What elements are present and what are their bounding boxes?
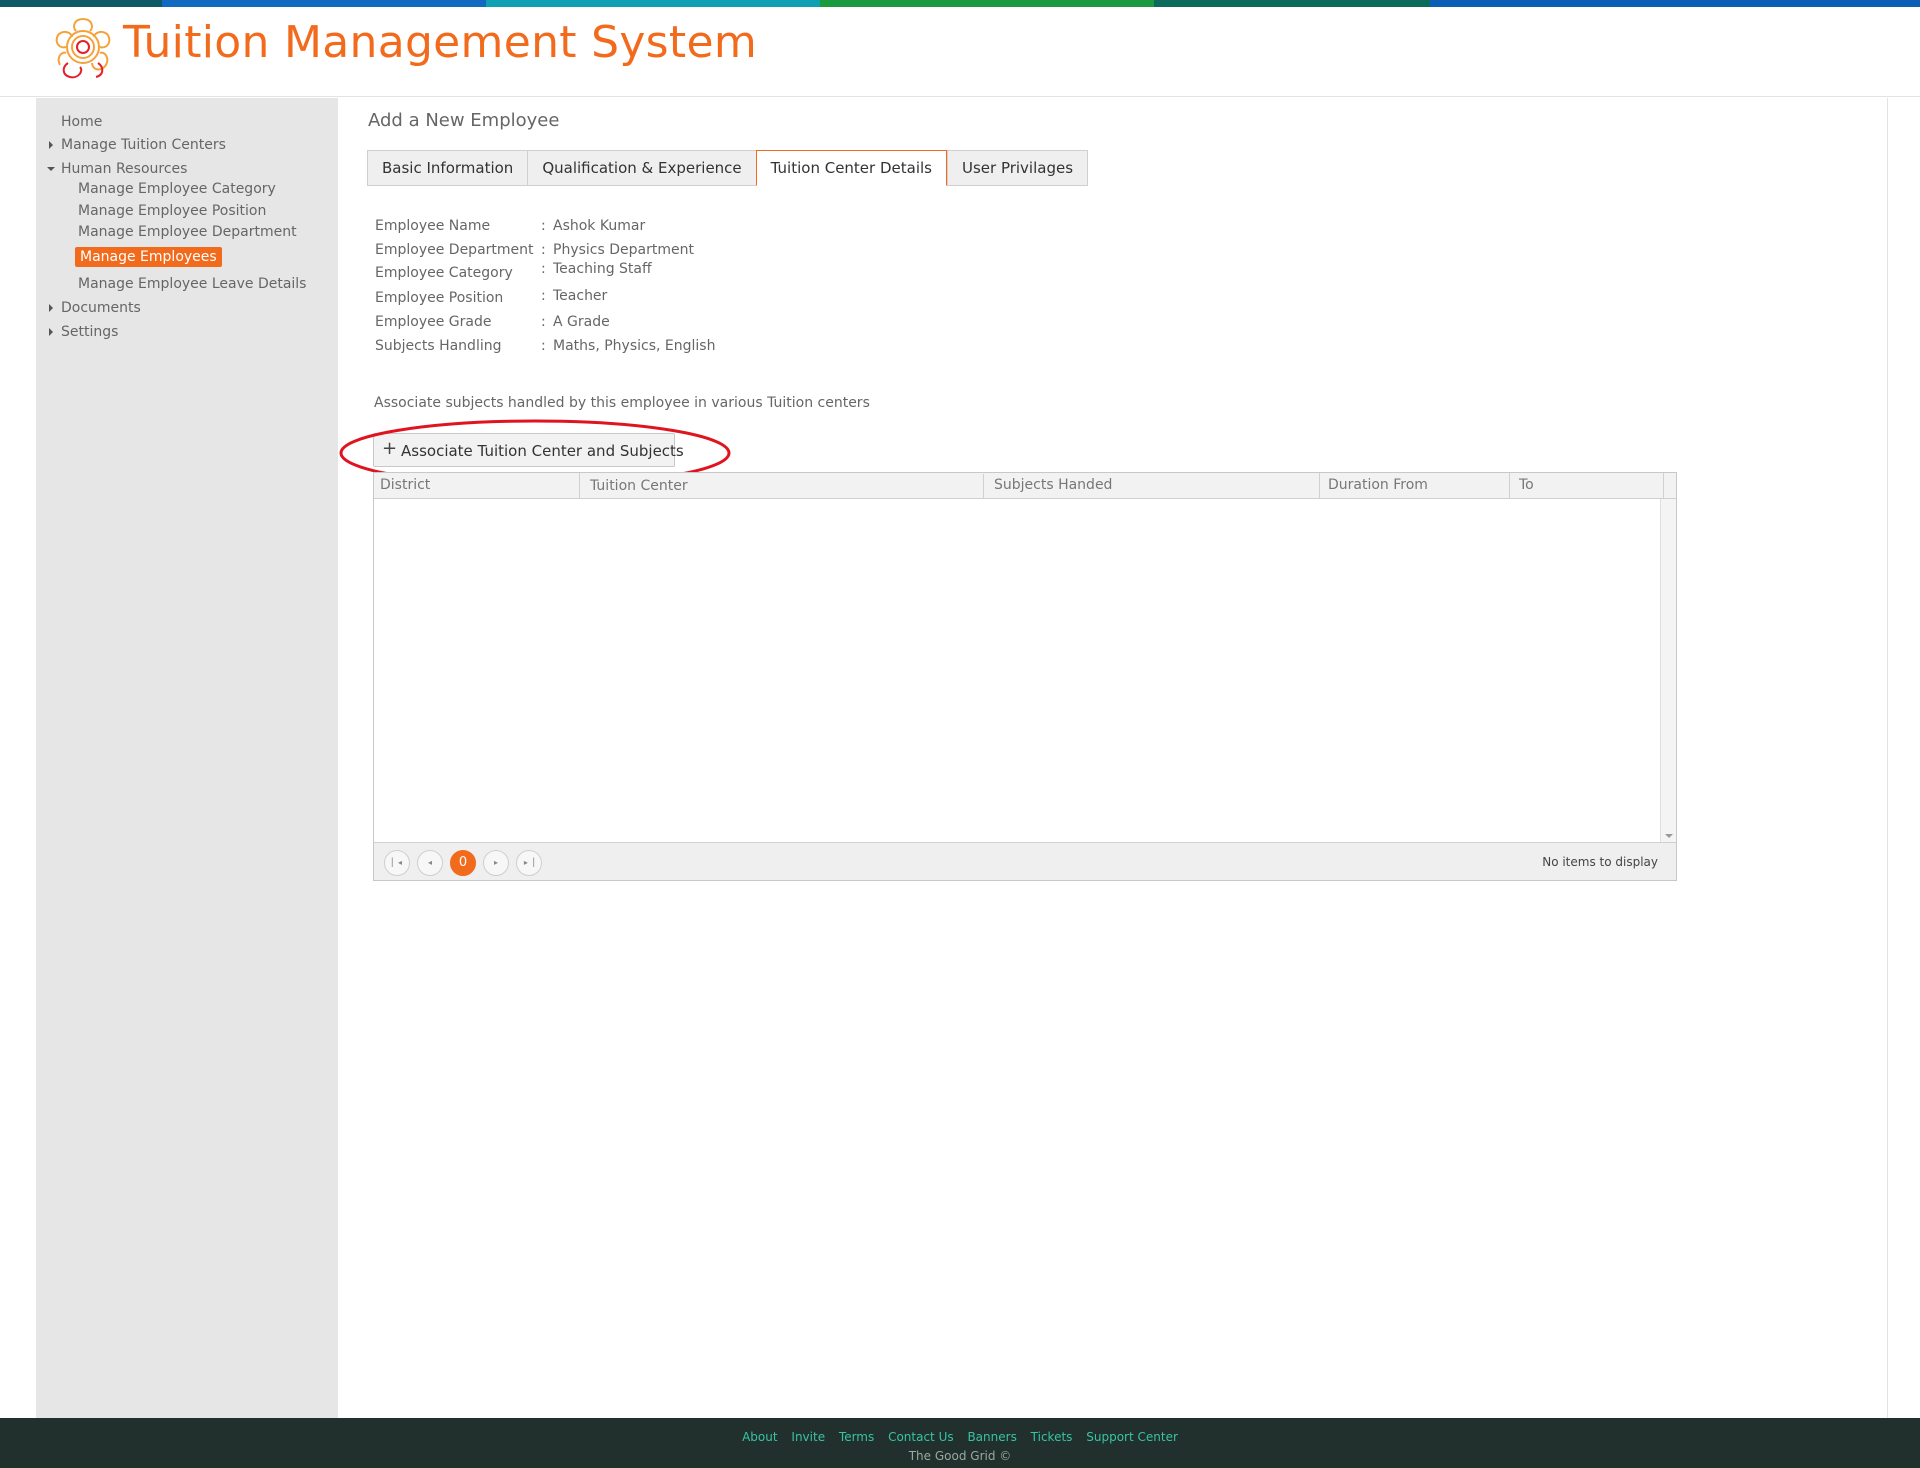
previous-page-icon[interactable]: ◂ bbox=[417, 850, 443, 876]
sidebar-item-label: Manage Employees bbox=[80, 249, 217, 265]
detail-value: Teaching Staff bbox=[553, 261, 652, 277]
app-title: Tuition Management System bbox=[123, 17, 757, 68]
last-page-icon[interactable]: ▸▕ bbox=[516, 850, 542, 876]
sidebar-item-label: Manage Employee Position bbox=[78, 203, 267, 219]
tab-bar: Basic Information Qualification & Experi… bbox=[367, 150, 1089, 186]
footer-link-about[interactable]: About bbox=[742, 1430, 777, 1444]
sidebar-item-settings[interactable]: Settings bbox=[49, 324, 119, 340]
tab-user-privilages[interactable]: User Privilages bbox=[946, 150, 1089, 186]
sidebar-item-manage-employee-department[interactable]: Manage Employee Department bbox=[78, 224, 297, 240]
footer-links: About Invite Terms Contact Us Banners Ti… bbox=[0, 1430, 1920, 1444]
detail-label: Employee Name bbox=[375, 218, 491, 234]
tab-qualification-experience[interactable]: Qualification & Experience bbox=[527, 150, 756, 186]
sidebar-item-manage-employee-leave-details[interactable]: Manage Employee Leave Details bbox=[78, 276, 306, 292]
grid-header: District Tuition Center Subjects Handed … bbox=[374, 473, 1676, 499]
sidebar-item-label: Documents bbox=[61, 300, 141, 316]
column-header-district[interactable]: District bbox=[374, 473, 580, 498]
page-title: Add a New Employee bbox=[368, 110, 560, 131]
sidebar-item-label: Manage Tuition Centers bbox=[61, 137, 226, 153]
tuition-center-grid: District Tuition Center Subjects Handed … bbox=[373, 472, 1677, 881]
sidebar-item-label: Manage Employee Category bbox=[78, 181, 276, 197]
column-header-tuition-center[interactable]: Tuition Center bbox=[580, 474, 984, 499]
flower-logo-icon[interactable] bbox=[48, 11, 118, 83]
grid-pager: ▏◂ ◂ 0 ▸ ▸▕ No items to display bbox=[374, 842, 1676, 880]
pager-info: No items to display bbox=[1542, 855, 1658, 869]
column-header-to[interactable]: To bbox=[1510, 473, 1664, 498]
detail-separator: : bbox=[541, 261, 546, 277]
caret-right-icon bbox=[49, 328, 53, 336]
sidebar-item-label: Manage Employee Leave Details bbox=[78, 276, 307, 292]
associate-tuition-center-button[interactable]: + Associate Tuition Center and Subjects bbox=[373, 433, 684, 467]
detail-label: Employee Category bbox=[375, 265, 513, 281]
footer-link-contact-us[interactable]: Contact Us bbox=[888, 1430, 954, 1444]
associate-button-label: Associate Tuition Center and Subjects bbox=[401, 442, 684, 460]
detail-value: Physics Department bbox=[553, 242, 694, 258]
sidebar-item-manage-employee-category[interactable]: Manage Employee Category bbox=[78, 181, 276, 197]
plus-icon: + bbox=[382, 438, 398, 459]
next-page-icon[interactable]: ▸ bbox=[483, 850, 509, 876]
detail-label: Subjects Handling bbox=[375, 338, 502, 354]
sidebar-item-human-resources[interactable]: Human Resources bbox=[47, 161, 188, 177]
associate-note: Associate subjects handled by this emplo… bbox=[374, 395, 870, 411]
first-page-icon[interactable]: ▏◂ bbox=[384, 850, 410, 876]
top-color-strip bbox=[0, 0, 1920, 7]
caret-down-icon bbox=[47, 167, 55, 171]
sidebar-item-label: Manage Employee Department bbox=[78, 224, 297, 240]
sidebar-item-home[interactable]: Home bbox=[61, 114, 102, 130]
footer-link-terms[interactable]: Terms bbox=[839, 1430, 874, 1444]
tab-tuition-center-details[interactable]: Tuition Center Details bbox=[755, 150, 947, 186]
sidebar-item-documents[interactable]: Documents bbox=[49, 300, 141, 316]
app-header: Tuition Management System bbox=[0, 7, 1920, 97]
column-header-duration-from[interactable]: Duration From bbox=[1320, 473, 1510, 498]
strip-segment bbox=[1154, 0, 1430, 7]
detail-label: Employee Department bbox=[375, 242, 534, 258]
scroll-down-icon[interactable] bbox=[1665, 834, 1673, 838]
sidebar-item-label: Settings bbox=[61, 324, 119, 340]
sidebar-item-manage-tuition-centers[interactable]: Manage Tuition Centers bbox=[49, 137, 226, 153]
main-content: Add a New Employee Basic Information Qua… bbox=[338, 98, 1888, 1418]
detail-separator: : bbox=[541, 218, 546, 234]
tab-basic-information[interactable]: Basic Information bbox=[367, 150, 528, 186]
detail-separator: : bbox=[541, 338, 546, 354]
strip-segment bbox=[1430, 0, 1920, 7]
strip-segment bbox=[162, 0, 486, 7]
sidebar-item-manage-employees[interactable]: Manage Employees bbox=[75, 247, 222, 267]
detail-value: A Grade bbox=[553, 314, 610, 330]
column-header-subjects-handed[interactable]: Subjects Handed bbox=[984, 473, 1320, 498]
footer-copyright: The Good Grid © bbox=[908, 1449, 1012, 1463]
caret-right-icon bbox=[49, 141, 53, 149]
detail-separator: : bbox=[541, 314, 546, 330]
strip-segment bbox=[486, 0, 820, 7]
detail-value: Ashok Kumar bbox=[553, 218, 646, 234]
sidebar-item-manage-employee-position[interactable]: Manage Employee Position bbox=[78, 203, 266, 219]
current-page-button[interactable]: 0 bbox=[450, 850, 476, 876]
detail-value: Teacher bbox=[553, 288, 608, 304]
detail-label: Employee Grade bbox=[375, 314, 492, 330]
sidebar: Home Manage Tuition Centers Human Resour… bbox=[36, 98, 338, 1418]
footer-link-invite[interactable]: Invite bbox=[791, 1430, 825, 1444]
detail-separator: : bbox=[541, 242, 546, 258]
sidebar-item-label: Home bbox=[61, 114, 103, 130]
detail-separator: : bbox=[541, 288, 546, 304]
footer: About Invite Terms Contact Us Banners Ti… bbox=[0, 1418, 1920, 1468]
footer-link-support-center[interactable]: Support Center bbox=[1086, 1430, 1178, 1444]
detail-label: Employee Position bbox=[375, 290, 504, 306]
grid-scrollbar[interactable] bbox=[1660, 499, 1676, 842]
footer-link-banners[interactable]: Banners bbox=[967, 1430, 1016, 1444]
strip-segment bbox=[0, 0, 162, 7]
strip-segment bbox=[820, 0, 1154, 7]
sidebar-item-label: Human Resources bbox=[61, 161, 188, 177]
footer-link-tickets[interactable]: Tickets bbox=[1031, 1430, 1073, 1444]
detail-value: Maths, Physics, English bbox=[553, 338, 716, 354]
caret-right-icon bbox=[49, 304, 53, 312]
